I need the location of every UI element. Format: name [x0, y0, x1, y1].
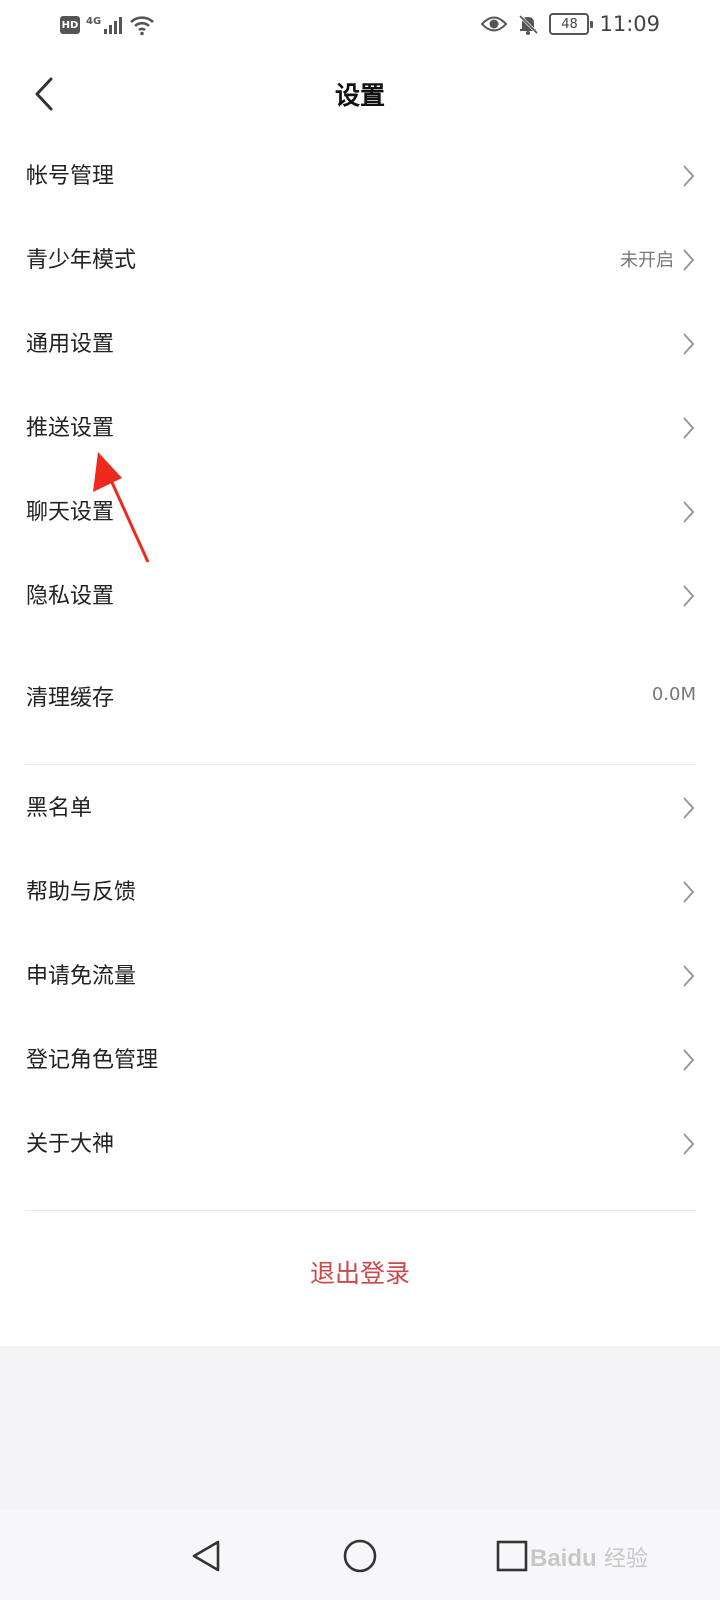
- system-recents-button[interactable]: [490, 1534, 534, 1578]
- svg-text:Baidu: Baidu: [530, 1545, 597, 1572]
- system-back-button[interactable]: [184, 1534, 228, 1578]
- annotation-arrow: [93, 452, 150, 563]
- square-recents-icon: [496, 1540, 528, 1572]
- triangle-back-icon: [192, 1540, 220, 1572]
- system-home-button[interactable]: [338, 1534, 382, 1578]
- circle-home-icon: [343, 1539, 377, 1573]
- watermark-logo: Baidu 经验: [530, 1545, 648, 1572]
- svg-text:经验: 经验: [604, 1547, 648, 1572]
